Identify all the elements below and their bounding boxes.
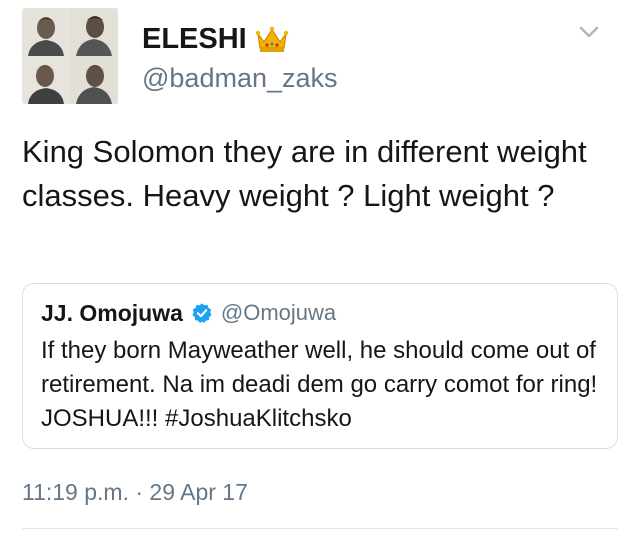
tweet-card: ELESHI @badman_zaks King Solomon they ar… — [0, 0, 640, 536]
quoted-author-name[interactable]: JJ. Omojuwa — [41, 300, 183, 327]
avatar-tile — [22, 56, 70, 104]
quoted-author-handle[interactable]: @Omojuwa — [221, 300, 336, 326]
person-photo-icon — [22, 8, 70, 56]
tweet-timestamp[interactable]: 11:19 p.m. · 29 Apr 17 — [22, 478, 248, 506]
author-handle[interactable]: @badman_zaks — [142, 62, 338, 94]
verified-badge-icon — [192, 303, 212, 323]
person-photo-icon — [70, 56, 118, 104]
person-photo-icon — [70, 8, 118, 56]
avatar[interactable] — [22, 8, 118, 104]
author-name-row[interactable]: ELESHI — [142, 22, 289, 56]
chevron-down-icon[interactable] — [578, 24, 600, 40]
author-display-name[interactable]: ELESHI — [142, 22, 247, 56]
quoted-tweet[interactable]: JJ. Omojuwa @Omojuwa If they born Maywea… — [22, 283, 618, 449]
avatar-tile — [22, 8, 70, 56]
avatar-tile — [70, 56, 118, 104]
quoted-tweet-header: JJ. Omojuwa @Omojuwa — [41, 298, 599, 328]
person-photo-icon — [22, 56, 70, 104]
tweet-text: King Solomon they are in different weigh… — [22, 134, 587, 213]
quoted-tweet-text: If they born Mayweather well, he should … — [41, 337, 598, 432]
crown-icon — [255, 26, 288, 52]
avatar-tile — [70, 8, 118, 56]
divider — [22, 528, 618, 529]
